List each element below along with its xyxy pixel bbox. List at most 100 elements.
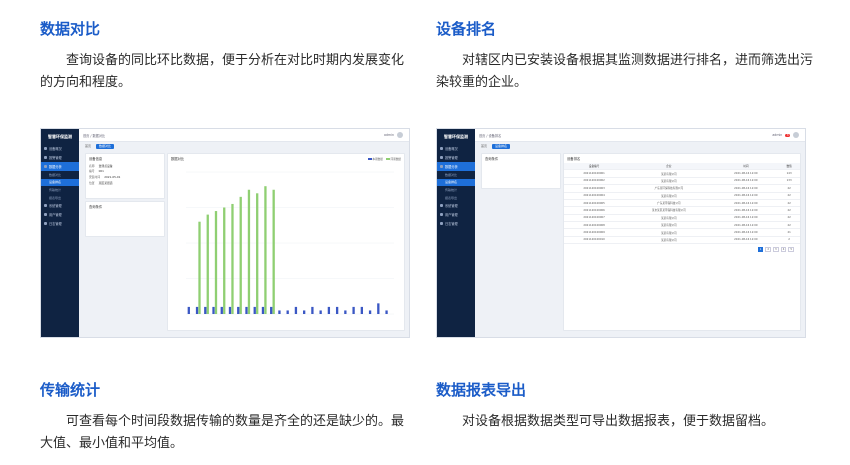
- page-button[interactable]: 5: [788, 247, 794, 253]
- table-cell: 某某有限公司: [624, 228, 714, 237]
- sidebar-item-system[interactable]: 系统管理: [41, 201, 79, 210]
- table-row[interactable]: 2021120100009 某某有限公司 2021-08-16 12:00 21: [564, 228, 800, 237]
- sidebar-item-system[interactable]: 系统管理: [437, 201, 475, 210]
- table-cell: 2021120100009: [564, 228, 625, 237]
- bar-series-a[interactable]: [212, 306, 215, 314]
- bar-series-b[interactable]: [214, 211, 218, 314]
- bar-series-b[interactable]: [231, 203, 234, 314]
- avatar[interactable]: [397, 132, 403, 138]
- user-label[interactable]: admin: [384, 133, 394, 137]
- chart-title: 数据对比: [171, 157, 185, 161]
- user-icon: [44, 213, 47, 217]
- bar-series-b[interactable]: [223, 207, 226, 315]
- sidebar-item-analysis[interactable]: 数据分析: [437, 162, 475, 171]
- col-header[interactable]: 时间: [713, 163, 779, 171]
- table-row[interactable]: 2021120100001 某某有限公司 2021-08-16 12:00 143: [564, 169, 800, 178]
- table-row[interactable]: 2021120100002 某某有限公司 2021-08-16 12:00 133: [564, 177, 800, 186]
- sidebar-item-logs[interactable]: 日志管理: [437, 219, 475, 228]
- col-header[interactable]: 企业: [624, 163, 714, 171]
- bar-series-a[interactable]: [377, 303, 380, 314]
- sidebar-sub-rank[interactable]: 设备排名: [41, 178, 79, 187]
- bar-series-a[interactable]: [204, 306, 207, 314]
- bar-series-a[interactable]: [187, 306, 190, 314]
- bar-series-a[interactable]: [237, 306, 240, 314]
- table-cell: 2021-08-16 12:00: [713, 206, 779, 215]
- bar-series-a[interactable]: [270, 306, 273, 314]
- page-button[interactable]: 1: [757, 247, 764, 253]
- col-header[interactable]: 数值: [778, 163, 800, 171]
- breadcrumb: 首页 / 数据对比: [83, 133, 106, 138]
- sidebar-item-alarm[interactable]: 报警管理: [41, 153, 79, 162]
- table-row[interactable]: 2021120100006 某市某区某环保科技有限公司 2021-08-16 12:…: [564, 206, 800, 215]
- bar-series-a[interactable]: [245, 306, 248, 314]
- table-row[interactable]: 2021120100007 某某有限公司 2021-08-16 12:00 22: [564, 214, 800, 223]
- bar-series-a[interactable]: [220, 306, 223, 314]
- bar-series-b[interactable]: [272, 189, 275, 314]
- bar-series-a[interactable]: [368, 310, 372, 314]
- table-cell: 2021120100008: [564, 221, 625, 230]
- tab-compare[interactable]: 数据对比: [96, 143, 115, 149]
- sidebar-sub-rank[interactable]: 设备排名: [437, 178, 475, 187]
- table-cell: 2021120100005: [564, 199, 625, 208]
- bar-series-a[interactable]: [352, 306, 355, 314]
- app-title: 智慧环保监测: [444, 134, 468, 139]
- sidebar-sub-compare[interactable]: 数据对比: [437, 171, 475, 179]
- tab-home[interactable]: 首页: [82, 144, 94, 149]
- sidebar-sub-export[interactable]: 报表导出: [41, 194, 79, 202]
- bar-series-a[interactable]: [261, 306, 265, 314]
- sidebar-item-alarm[interactable]: 报警管理: [437, 153, 475, 162]
- sidebar-sub-export[interactable]: 报表导出: [437, 194, 475, 202]
- bar-series-a[interactable]: [327, 306, 331, 314]
- table-cell: 某市某区某环保科技有限公司: [624, 206, 714, 215]
- bar-series-a[interactable]: [303, 310, 306, 314]
- tab-rank[interactable]: 设备排名: [492, 143, 511, 149]
- table-row[interactable]: 2021120100010 某某有限公司 2021-08-16 12:00 2: [564, 236, 800, 245]
- sidebar-sub-transfer[interactable]: 传输统计: [437, 186, 475, 194]
- bar-series-b[interactable]: [264, 186, 267, 314]
- bar-series-a[interactable]: [195, 306, 199, 314]
- bar-series-b[interactable]: [247, 189, 251, 314]
- sidebar-sub-transfer[interactable]: 传输统计: [41, 186, 79, 194]
- table-row[interactable]: 2021120100005 广东某环保科技公司 2021-08-16 12:00 22: [564, 199, 800, 208]
- sidebar-item-overview[interactable]: 设备概况: [41, 144, 79, 153]
- col-header[interactable]: 设备编号: [564, 163, 625, 171]
- tab-home[interactable]: 首页: [478, 144, 490, 149]
- table-row[interactable]: 2021120100004 某某有限公司 2021-08-16 12:00 22: [564, 192, 800, 200]
- bar-series-b[interactable]: [239, 196, 242, 314]
- sidebar-item-users[interactable]: 用户管理: [41, 210, 79, 219]
- report-desc: 对设备根据数据类型可导出数据报表，便于数据留档。: [462, 414, 775, 429]
- bar-series-b[interactable]: [256, 193, 259, 314]
- sidebar-item-logs[interactable]: 日志管理: [41, 219, 79, 228]
- sidebar-sub-compare[interactable]: 数据对比: [41, 171, 79, 179]
- bar-series-a[interactable]: [286, 310, 289, 314]
- table-cell: 某某有限公司: [624, 169, 714, 178]
- sidebar-item-overview[interactable]: 设备概况: [437, 144, 475, 153]
- bar-series-a[interactable]: [228, 306, 232, 314]
- bar-series-a[interactable]: [319, 310, 322, 314]
- chart-icon: [44, 165, 47, 168]
- bar-series-a[interactable]: [253, 306, 256, 314]
- user-label[interactable]: admin: [772, 133, 782, 137]
- bar-series-a[interactable]: [278, 310, 281, 314]
- bar-series-b[interactable]: [198, 221, 201, 314]
- bar-series-a[interactable]: [311, 306, 314, 314]
- table-cell: 2021120100010: [564, 236, 625, 245]
- notification-badge[interactable]: 3: [785, 133, 790, 137]
- sidebar-item-analysis[interactable]: 数据分析: [41, 162, 79, 171]
- table-cell: 2021-08-16 12:00: [713, 184, 779, 193]
- table-row[interactable]: 2021120100008 某某有限公司 2021-08-16 12:00 22: [564, 221, 800, 230]
- table-cell: 2021120100002: [564, 177, 625, 186]
- sidebar-item-users[interactable]: 用户管理: [437, 210, 475, 219]
- bar-series-a[interactable]: [335, 306, 339, 314]
- table-row[interactable]: 2021120100003 广东某环保科技有限公司 2021-08-16 12:00…: [564, 184, 800, 193]
- page-button[interactable]: 2: [765, 247, 772, 253]
- avatar[interactable]: [793, 132, 799, 138]
- page-button[interactable]: 4: [780, 247, 787, 253]
- page-button[interactable]: 3: [773, 247, 779, 253]
- bar-series-a[interactable]: [294, 306, 298, 314]
- bar-series-a[interactable]: [344, 310, 347, 314]
- bar-series-a[interactable]: [360, 306, 363, 314]
- bar-series-b[interactable]: [206, 214, 209, 314]
- table-cell: 某某有限公司: [624, 221, 714, 230]
- bar-series-a[interactable]: [385, 310, 388, 314]
